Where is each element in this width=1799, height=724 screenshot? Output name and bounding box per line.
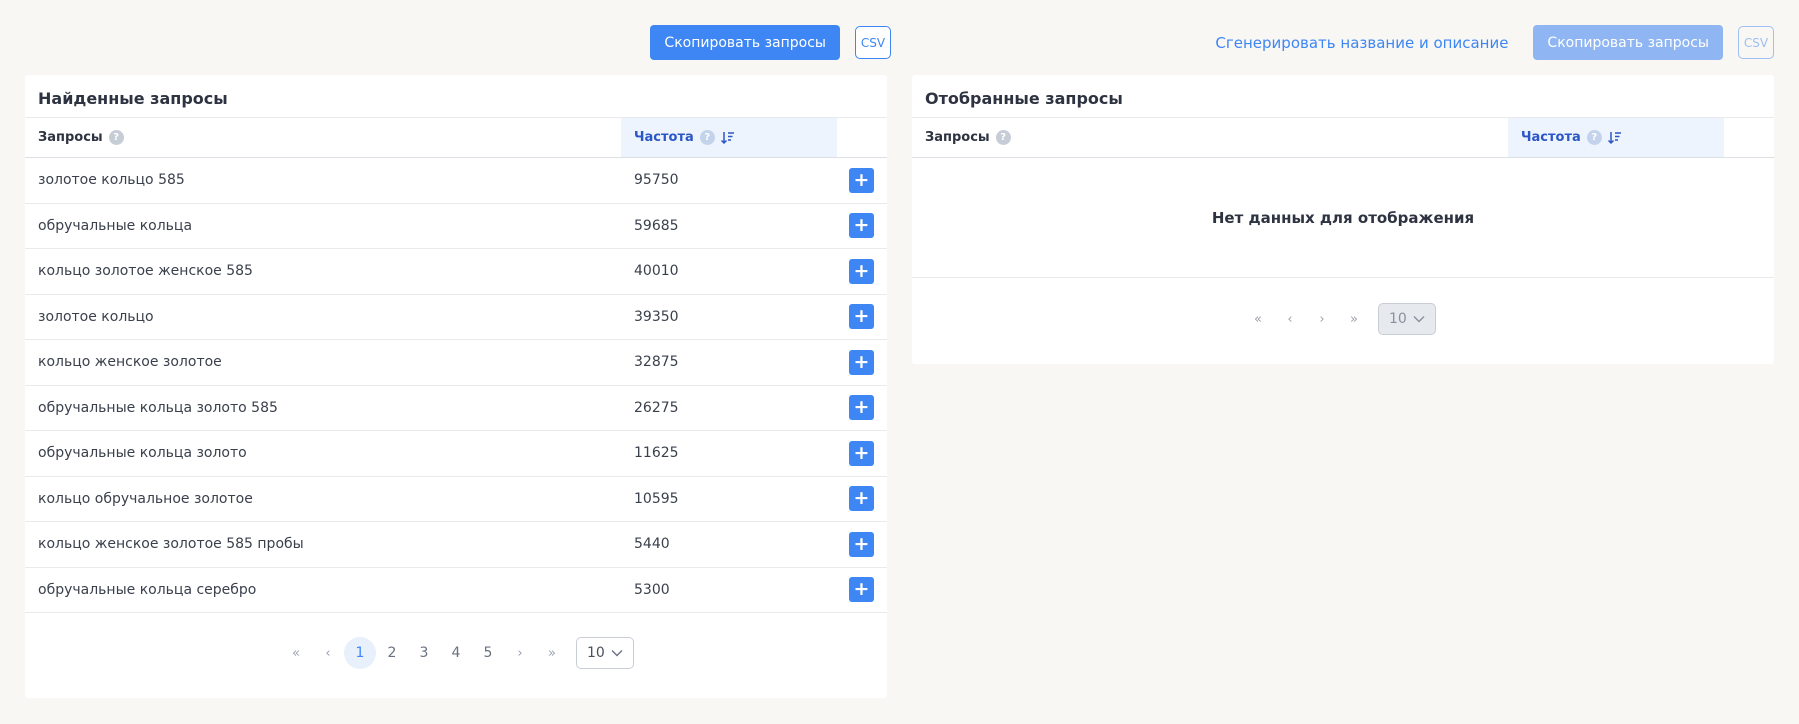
query-text: обручальные кольца золото	[38, 445, 247, 462]
found-queries-panel: Найденные запросы Запросы ? Частота ? зо…	[25, 75, 887, 698]
first-page-button[interactable]: «	[1242, 303, 1274, 335]
table-row: кольцо женское золотое 585 пробы 5440 +	[25, 522, 887, 568]
table-row: обручальные кольца 59685 +	[25, 204, 887, 249]
table-row: кольцо золотое женское 585 40010 +	[25, 249, 887, 295]
sort-desc-icon[interactable]	[1607, 131, 1622, 145]
query-text: кольцо женское золотое	[38, 354, 222, 371]
prev-page-button[interactable]: ‹	[1274, 303, 1306, 335]
selected-queries-panel: Отобранные запросы Запросы ? Частота ? Н…	[912, 75, 1774, 364]
query-text: золотое кольцо	[38, 308, 154, 325]
table-row: золотое кольцо 585 95750 +	[25, 158, 887, 204]
question-circle-icon[interactable]: ?	[108, 130, 124, 145]
column-label: Частота	[1521, 130, 1581, 145]
found-pagination: « ‹ 1 2 3 4 5 › » 10	[280, 637, 634, 669]
page-size-value: 10	[587, 645, 605, 661]
frequency-value: 39350	[634, 308, 679, 325]
table-row: обручальные кольца серебро 5300 +	[25, 568, 887, 613]
column-label: Запросы	[925, 130, 990, 145]
copy-selected-queries-button[interactable]: Скопировать запросы	[1533, 25, 1723, 60]
plus-icon[interactable]: +	[849, 395, 874, 421]
plus-icon[interactable]: +	[849, 440, 874, 466]
plus-icon[interactable]: +	[849, 531, 874, 557]
question-circle-icon[interactable]: ?	[1586, 130, 1602, 145]
question-circle-icon[interactable]: ?	[995, 130, 1011, 145]
page-button-2[interactable]: 2	[376, 637, 408, 669]
column-label: Запросы	[38, 130, 103, 145]
plus-icon[interactable]: +	[849, 349, 874, 375]
next-page-button[interactable]: ›	[504, 637, 536, 669]
table-row: обручальные кольца золото 585 26275 +	[25, 386, 887, 431]
frequency-value: 40010	[634, 263, 679, 280]
page-button-1[interactable]: 1	[344, 637, 376, 669]
frequency-value: 95750	[634, 172, 679, 189]
next-page-button[interactable]: ›	[1306, 303, 1338, 335]
query-text: обручальные кольца	[38, 217, 193, 234]
found-toolbar: Скопировать запросы CSV	[650, 25, 891, 60]
plus-icon[interactable]: +	[849, 486, 874, 512]
page-button-4[interactable]: 4	[440, 637, 472, 669]
chevron-down-icon	[611, 650, 623, 657]
csv-export-button[interactable]: CSV	[855, 26, 891, 59]
frequency-value: 10595	[634, 490, 679, 507]
generate-title-description-link[interactable]: Сгенерировать название и описание	[1215, 34, 1508, 52]
plus-icon[interactable]: +	[849, 167, 874, 193]
frequency-value: 26275	[634, 399, 679, 416]
frequency-value: 59685	[634, 217, 679, 234]
table-row: обручальные кольца золото 11625 +	[25, 431, 887, 477]
table-row: кольцо женское золотое 32875 +	[25, 340, 887, 386]
last-page-button[interactable]: »	[1338, 303, 1370, 335]
query-text: кольцо золотое женское 585	[38, 263, 253, 280]
chevron-down-icon	[1413, 316, 1425, 323]
csv-export-selected-button[interactable]: CSV	[1738, 26, 1774, 59]
copy-queries-button[interactable]: Скопировать запросы	[650, 25, 840, 60]
page-size-select[interactable]: 10	[1378, 303, 1436, 335]
query-text: кольцо обручальное золотое	[38, 490, 253, 507]
plus-icon[interactable]: +	[849, 213, 874, 239]
column-header-queries: Запросы ?	[912, 118, 1508, 157]
column-header-frequency[interactable]: Частота ?	[1508, 118, 1724, 157]
selected-pagination: « ‹ › » 10	[1242, 303, 1436, 335]
prev-page-button[interactable]: ‹	[312, 637, 344, 669]
query-text: золотое кольцо 585	[38, 172, 185, 189]
query-text: кольцо женское золотое 585 пробы	[38, 536, 304, 553]
plus-icon[interactable]: +	[849, 258, 874, 284]
first-page-button[interactable]: «	[280, 637, 312, 669]
selected-queries-title: Отобранные запросы	[912, 75, 1774, 118]
page-size-value: 10	[1389, 311, 1407, 327]
empty-state-text: Нет данных для отображения	[912, 158, 1774, 278]
question-circle-icon[interactable]: ?	[699, 130, 715, 145]
table-row: кольцо обручальное золотое 10595 +	[25, 477, 887, 522]
found-rows: золотое кольцо 585 95750 + обручальные коль…	[25, 158, 887, 613]
sort-desc-icon[interactable]	[720, 131, 735, 145]
table-header: Запросы ? Частота ?	[25, 118, 887, 158]
frequency-value: 11625	[634, 445, 679, 462]
frequency-value: 5300	[634, 581, 670, 598]
frequency-value: 5440	[634, 536, 670, 553]
page-button-5[interactable]: 5	[472, 637, 504, 669]
query-text: обручальные кольца золото 585	[38, 399, 278, 416]
found-queries-title: Найденные запросы	[25, 75, 887, 118]
page-button-3[interactable]: 3	[408, 637, 440, 669]
column-header-queries: Запросы ?	[25, 118, 621, 157]
column-label: Частота	[634, 130, 694, 145]
query-text: обручальные кольца серебро	[38, 581, 257, 598]
frequency-value: 32875	[634, 354, 679, 371]
page-size-select[interactable]: 10	[576, 637, 634, 669]
plus-icon[interactable]: +	[849, 577, 874, 603]
table-row: золотое кольцо 39350 +	[25, 295, 887, 340]
table-header: Запросы ? Частота ?	[912, 118, 1774, 158]
column-header-frequency[interactable]: Частота ?	[621, 118, 837, 157]
selected-toolbar: Сгенерировать название и описание Скопир…	[1215, 25, 1774, 60]
last-page-button[interactable]: »	[536, 637, 568, 669]
plus-icon[interactable]: +	[849, 304, 874, 330]
